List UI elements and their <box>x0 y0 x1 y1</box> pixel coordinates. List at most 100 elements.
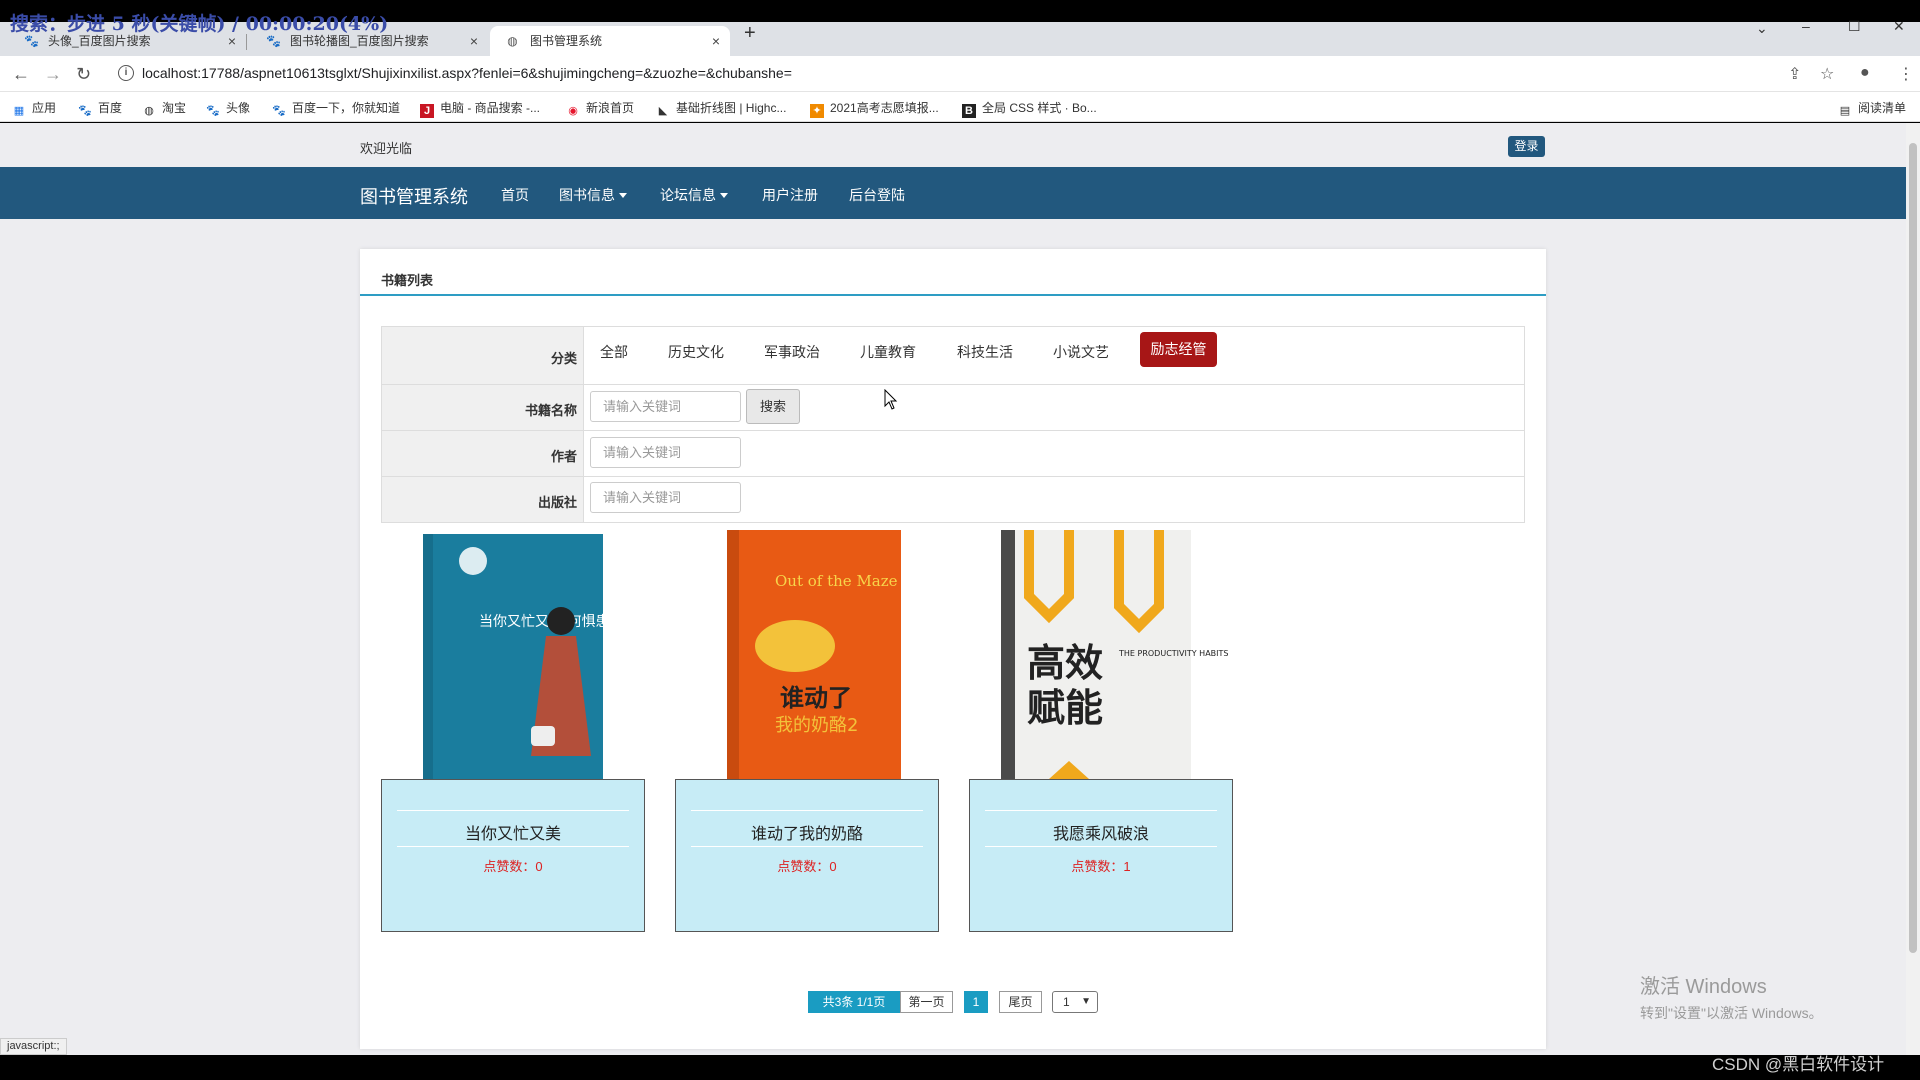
nav-forum-info[interactable]: 论坛信息 <box>660 185 728 205</box>
welcome-bar: 欢迎光临 登录 <box>0 123 1906 167</box>
book-name-label: 书籍名称 <box>382 385 584 430</box>
reload-icon[interactable]: ↻ <box>76 64 91 85</box>
close-icon[interactable]: × <box>712 26 720 56</box>
publisher-input[interactable] <box>590 482 741 513</box>
category-motivation-active[interactable]: 励志经管 <box>1140 332 1217 367</box>
page-scrollbar[interactable] <box>1906 123 1920 1055</box>
welcome-text: 欢迎光临 <box>360 141 413 156</box>
filter-table: 分类 全部 历史文化 军事政治 儿童教育 科技生活 小说文艺 励志经管 书籍名称… <box>381 326 1525 523</box>
site-brand[interactable]: 图书管理系统 <box>360 183 468 209</box>
window-close-icon[interactable]: ✕ <box>1893 18 1905 35</box>
bookmark-item[interactable]: ◍ 淘宝 <box>142 99 186 118</box>
bookmark-item[interactable]: ◉ 新浪首页 <box>566 99 634 118</box>
bookmark-item[interactable]: ◣ 基础折线图 | Highc... <box>656 99 787 118</box>
panel-title: 书籍列表 <box>381 273 434 288</box>
baidu-paw-icon: 🐾 <box>266 34 281 48</box>
author-input[interactable] <box>590 437 741 468</box>
search-button[interactable]: 搜索 <box>746 389 800 424</box>
category-children[interactable]: 儿童教育 <box>860 342 916 362</box>
bookmark-item[interactable]: B 全局 CSS 样式 · Bo... <box>962 99 1097 118</box>
bootstrap-icon: B <box>962 104 976 118</box>
tab-separator <box>246 34 247 50</box>
category-fiction[interactable]: 小说文艺 <box>1053 342 1109 362</box>
cover-english-text: Out of the Maze <box>775 572 898 590</box>
profile-avatar-icon[interactable]: ● <box>1860 64 1870 82</box>
category-all[interactable]: 全部 <box>600 342 628 362</box>
close-icon[interactable]: × <box>470 26 478 56</box>
browser-tab-active[interactable]: ◍ 图书管理系统 × <box>490 26 730 56</box>
bookmark-item[interactable]: 🐾 头像 <box>206 99 250 118</box>
nav-home[interactable]: 首页 <box>501 185 529 205</box>
bookmarks-bar: ▦ 应用 🐾 百度 ◍ 淘宝 🐾 头像 🐾 百度一下，你就知道 J 电脑 - 商品搜索 -.… <box>0 92 1920 122</box>
category-science[interactable]: 科技生活 <box>957 342 1013 362</box>
bookmark-item[interactable]: J 电脑 - 商品搜索 -... <box>420 99 540 118</box>
book-cover-image[interactable]: Out of the Maze 谁动了 我的奶酪2 <box>675 526 939 779</box>
bookmark-item[interactable]: 🐾 百度 <box>78 99 122 118</box>
tab-title: 图书管理系统 <box>530 34 603 48</box>
book-name-input[interactable] <box>590 391 741 422</box>
tab-search-icon[interactable]: ⌄ <box>1756 20 1768 37</box>
menu-kebab-icon[interactable]: ⋮ <box>1898 64 1914 84</box>
site-info-icon[interactable]: i <box>118 65 134 81</box>
apps-grid-icon: ▦ <box>13 105 25 117</box>
tab-title: 图书轮播图_百度图片搜索 <box>290 34 429 48</box>
back-arrow-icon[interactable]: ← <box>12 64 30 85</box>
book-name[interactable]: 谁动了我的奶酪 <box>676 820 938 844</box>
nav-book-info[interactable]: 图书信息 <box>559 185 627 205</box>
book-name[interactable]: 当你又忙又美 <box>382 820 644 844</box>
bookmark-item[interactable]: ▦ 应用 <box>12 99 56 118</box>
url-text[interactable]: localhost:17788/aspnet10613tsglxt/Shujix… <box>142 65 792 81</box>
bookmark-item[interactable]: 🐾 百度一下，你就知道 <box>272 99 400 118</box>
video-overlay-text: 搜索：步进 5 秒(关键帧) / 00:00:20(4%) <box>10 13 389 35</box>
tab-title: 头像_百度图片搜索 <box>48 34 151 48</box>
jd-icon: J <box>420 104 434 118</box>
author-row: 作者 <box>382 431 1524 477</box>
book-list-panel: 书籍列表 分类 全部 历史文化 军事政治 儿童教育 科技生活 小说文艺 励志经管… <box>360 249 1546 1049</box>
author-label: 作者 <box>382 431 584 476</box>
pager-last-page[interactable]: 尾页 <box>999 991 1042 1013</box>
book-likes: 点赞数：0 <box>777 859 837 874</box>
baidu-paw-icon: 🐾 <box>78 105 92 117</box>
bookmark-star-icon[interactable]: ☆ <box>1820 64 1834 84</box>
book-likes: 点赞数：1 <box>1071 859 1131 874</box>
maximize-icon[interactable]: ☐ <box>1848 18 1861 35</box>
status-bar-link: javascript:; <box>0 1038 67 1055</box>
cover-subtitle-text: 赋能 <box>1027 686 1103 730</box>
book-cover-image[interactable]: 当你又忙又美 何惧患得患失 <box>381 526 645 779</box>
panel-header: 书籍列表 <box>360 249 1546 296</box>
caret-down-icon <box>720 193 728 198</box>
category-history[interactable]: 历史文化 <box>668 342 724 362</box>
book-cover-image[interactable]: 高效 赋能 THE PRODUCTIVITY HABITS <box>969 526 1233 779</box>
book-name[interactable]: 我愿乘风破浪 <box>970 820 1232 844</box>
baidu-paw-icon: 🐾 <box>272 105 286 117</box>
web-page: 欢迎光临 登录 图书管理系统 首页 图书信息 论坛信息 用户注册 后台登陆 书籍… <box>0 123 1906 1055</box>
address-bar: ← → ↻ i localhost:17788/aspnet10613tsglx… <box>0 56 1920 92</box>
reading-list-icon: ▤ <box>1839 105 1851 117</box>
bookmark-item[interactable]: ✦ 2021高考志愿填报... <box>810 99 939 118</box>
globe-icon: ◍ <box>144 105 154 117</box>
minimize-icon[interactable]: – <box>1802 18 1810 34</box>
weibo-icon: ◉ <box>568 105 578 117</box>
category-label: 分类 <box>382 327 584 384</box>
login-button[interactable]: 登录 <box>1508 136 1545 157</box>
cover-title-text: 高效 <box>1027 641 1103 685</box>
forward-arrow-icon[interactable]: → <box>44 64 62 85</box>
book-info-card: 当你又忙又美 点赞数：0 <box>381 779 645 932</box>
globe-icon: ◍ <box>507 34 518 48</box>
category-military[interactable]: 军事政治 <box>764 342 820 362</box>
reading-list-item[interactable]: ▤ 阅读清单 <box>1838 99 1906 118</box>
cover-title-text: 谁动了 <box>780 684 852 712</box>
pager-current-page[interactable]: 1 <box>964 991 988 1013</box>
pager-page-select[interactable]: 1 ▼ <box>1052 991 1098 1013</box>
nav-admin-login[interactable]: 后台登陆 <box>849 185 905 205</box>
scrollbar-thumb[interactable] <box>1909 143 1917 953</box>
new-tab-button[interactable]: + <box>744 22 756 45</box>
nav-register[interactable]: 用户注册 <box>762 185 818 205</box>
share-icon[interactable]: ⇪ <box>1788 64 1801 84</box>
url-omnibox[interactable]: i localhost:17788/aspnet10613tsglxt/Shuj… <box>112 60 1852 88</box>
category-row: 分类 全部 历史文化 军事政治 儿童教育 科技生活 小说文艺 励志经管 <box>382 327 1524 385</box>
csdn-watermark: CSDN @黑白软件设计 <box>1712 1055 1885 1074</box>
highcharts-icon: ◣ <box>658 105 668 117</box>
baidu-paw-icon: 🐾 <box>206 105 220 117</box>
pager-first-page[interactable]: 第一页 <box>900 991 953 1013</box>
